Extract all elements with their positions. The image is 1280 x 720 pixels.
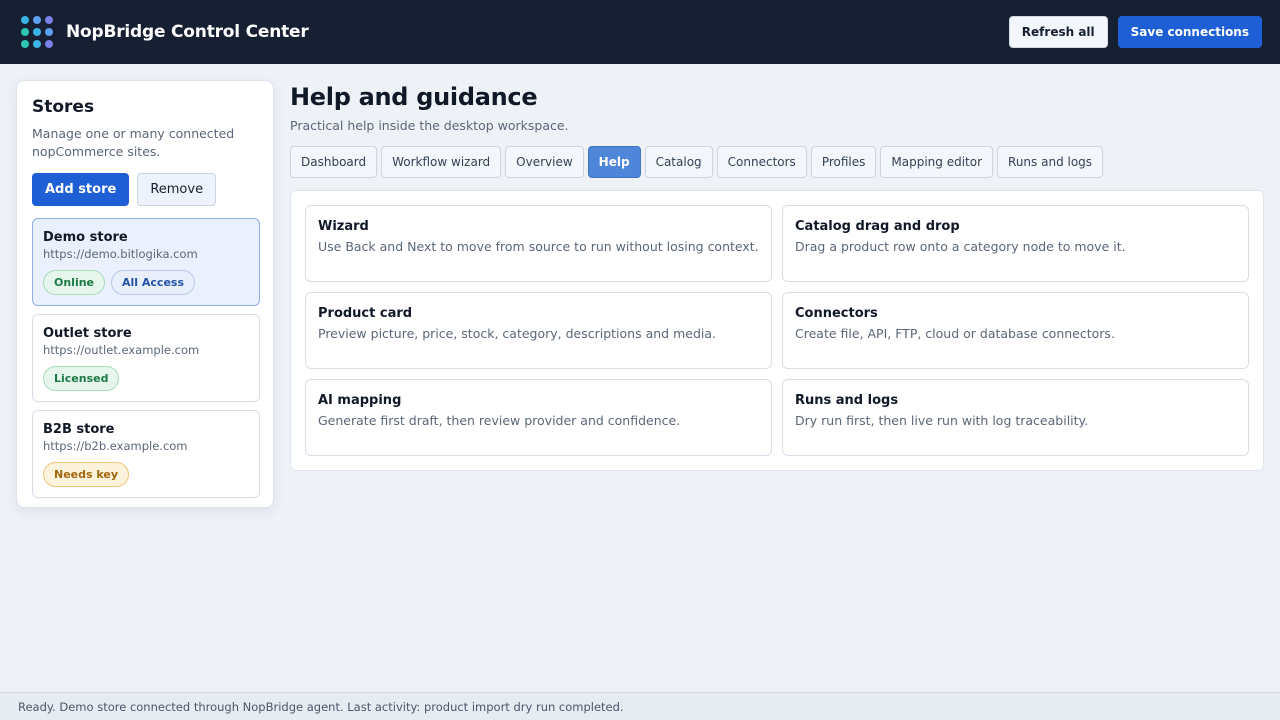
help-card-body: Use Back and Next to move from source to… (318, 239, 759, 254)
status-badge-needs-key: Needs key (43, 462, 130, 487)
help-card-body: Create file, API, FTP, cloud or database… (795, 326, 1115, 341)
help-card-title: Connectors (795, 306, 878, 321)
store-card-outlet[interactable]: Outlet store https://outlet.example.com … (32, 314, 260, 402)
help-card-product-card: Product card Preview picture, price, sto… (305, 292, 772, 369)
store-card-b2b[interactable]: B2B store https://b2b.example.com Needs … (32, 410, 260, 498)
help-card-body: Drag a product row onto a category node … (795, 239, 1126, 254)
help-panel: Wizard Use Back and Next to move from so… (290, 190, 1264, 471)
store-badges: Online All Access (43, 270, 249, 295)
help-card-title: Catalog drag and drop (795, 219, 960, 234)
help-card-body: Generate first draft, then review provid… (318, 413, 681, 428)
status-bar: Ready. Demo store connected through NopB… (0, 692, 1280, 720)
help-card-title: AI mapping (318, 393, 402, 408)
tab-dashboard[interactable]: Dashboard (290, 146, 378, 178)
status-badge-online: Online (43, 270, 106, 295)
page-title: Help and guidance (290, 83, 538, 111)
help-card-connectors: Connectors Create file, API, FTP, cloud … (782, 292, 1249, 369)
brand: NopBridge Control Center (21, 15, 309, 49)
store-name: B2B store (43, 422, 115, 437)
store-url: https://demo.bitlogika.com (43, 247, 198, 261)
help-card-wizard: Wizard Use Back and Next to move from so… (305, 205, 772, 282)
dot-grid-logo-icon (21, 15, 54, 49)
add-store-button[interactable]: Add store (32, 173, 130, 206)
stores-sidebar: Stores Manage one or many connected nopC… (16, 80, 274, 508)
tab-connectors[interactable]: Connectors (716, 146, 807, 178)
store-badges: Licensed (43, 366, 249, 391)
sidebar-description: Manage one or many connected nopCommerce… (32, 126, 235, 159)
help-card-catalog-drag-drop: Catalog drag and drop Drag a product row… (782, 205, 1249, 282)
store-name: Demo store (43, 230, 128, 245)
sidebar-title: Stores (32, 97, 95, 117)
status-text: Ready. Demo store connected through NopB… (18, 699, 624, 714)
top-bar: NopBridge Control Center Refresh all Sav… (0, 0, 1280, 64)
save-connections-button[interactable]: Save connections (1117, 16, 1262, 48)
help-card-title: Product card (318, 306, 413, 321)
tab-workflow-wizard[interactable]: Workflow wizard (381, 146, 502, 178)
store-url: https://b2b.example.com (43, 439, 188, 453)
tab-runs-and-logs[interactable]: Runs and logs (997, 146, 1104, 178)
tab-catalog[interactable]: Catalog (644, 146, 713, 178)
store-url: https://outlet.example.com (43, 343, 200, 357)
license-badge-licensed: Licensed (43, 366, 120, 391)
store-badges: Needs key (43, 462, 249, 487)
help-card-body: Dry run first, then live run with log tr… (795, 413, 1089, 428)
license-badge-all-access: All Access (111, 270, 196, 295)
refresh-all-button[interactable]: Refresh all (1008, 16, 1108, 48)
help-card-ai-mapping: AI mapping Generate first draft, then re… (305, 379, 772, 456)
app-title: NopBridge Control Center (66, 22, 309, 42)
help-card-runs-and-logs: Runs and logs Dry run first, then live r… (782, 379, 1249, 456)
header-actions: Refresh all Save connections (1008, 16, 1262, 48)
tab-profiles[interactable]: Profiles (810, 146, 877, 178)
tab-mapping-editor[interactable]: Mapping editor (880, 146, 994, 178)
store-card-demo[interactable]: Demo store https://demo.bitlogika.com On… (32, 218, 260, 306)
help-card-title: Runs and logs (795, 393, 899, 408)
tab-overview[interactable]: Overview (505, 146, 584, 178)
sidebar-actions: Add store Remove (32, 173, 258, 206)
store-name: Outlet store (43, 326, 132, 341)
help-card-title: Wizard (318, 219, 369, 234)
remove-store-button[interactable]: Remove (137, 173, 217, 206)
tab-help[interactable]: Help (587, 146, 641, 178)
help-card-body: Preview picture, price, stock, category,… (318, 326, 716, 341)
page-subtitle: Practical help inside the desktop worksp… (290, 118, 569, 133)
workspace-tabs: Dashboard Workflow wizard Overview Help … (290, 146, 1104, 178)
